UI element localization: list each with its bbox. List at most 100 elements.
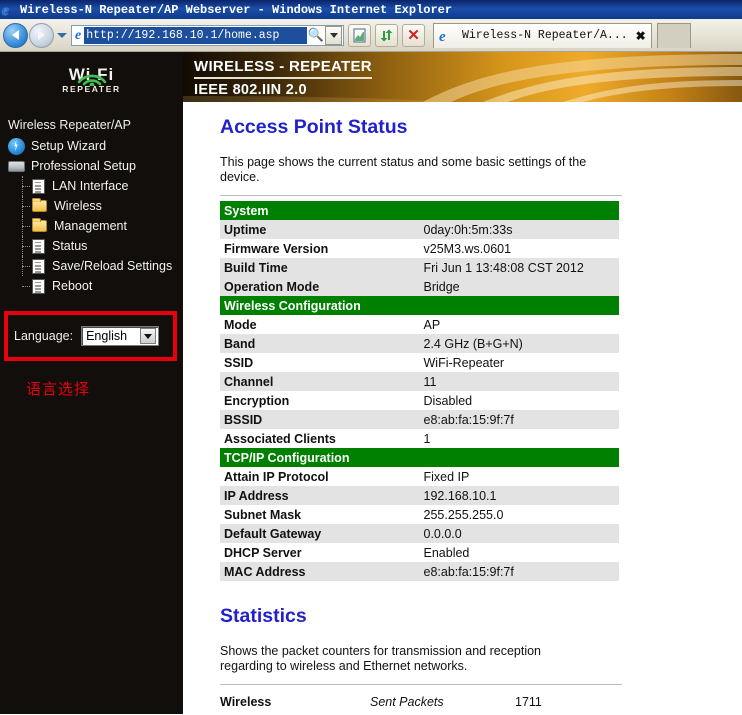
search-icon[interactable]: 🔍 bbox=[307, 27, 325, 43]
row-key: SSID bbox=[220, 353, 420, 372]
row-key: BSSID bbox=[220, 410, 420, 429]
row-value: e8:ab:fa:15:9f:7f bbox=[419, 562, 619, 581]
row-key: Encryption bbox=[220, 391, 420, 410]
recent-pages-chevron-down-icon[interactable] bbox=[57, 32, 67, 38]
row-value: 255.255.255.0 bbox=[419, 505, 619, 524]
sidebar-item-wireless[interactable]: Wireless bbox=[0, 196, 183, 216]
table-row: Operation Mode Bridge bbox=[220, 277, 619, 296]
row-key: Build Time bbox=[220, 258, 420, 277]
sidebar-item-save-reload-settings[interactable]: Save/Reload Settings bbox=[0, 256, 183, 276]
new-tab-button[interactable] bbox=[656, 22, 691, 48]
address-bar[interactable]: e http://192.168.10.1/home.asp 🔍 bbox=[71, 24, 344, 46]
row-key: Subnet Mask bbox=[220, 505, 420, 524]
internet-explorer-icon: e bbox=[75, 27, 82, 43]
product-banner: WIRELESS - REPEATER IEEE 802.IIN 2.0 bbox=[183, 52, 742, 102]
row-key: Associated Clients bbox=[220, 429, 420, 448]
statistics-metric: Sent Packets bbox=[370, 695, 444, 709]
compatibility-view-button[interactable] bbox=[348, 23, 371, 47]
language-selector-highlight: Language: English bbox=[4, 311, 177, 361]
sidebar-item-management[interactable]: Management bbox=[0, 216, 183, 236]
table-row: Subnet Mask 255.255.255.0 bbox=[220, 505, 619, 524]
row-key: MAC Address bbox=[220, 562, 420, 581]
row-key: IP Address bbox=[220, 486, 420, 505]
table-row: Uptime 0day:0h:5m:33s bbox=[220, 220, 619, 239]
folder-icon bbox=[32, 218, 47, 232]
row-value: Disabled bbox=[419, 391, 619, 410]
row-key: DHCP Server bbox=[220, 543, 420, 562]
refresh-button[interactable] bbox=[375, 23, 398, 47]
wifi-signal-icon bbox=[0, 69, 183, 91]
close-icon[interactable]: ✖ bbox=[636, 29, 646, 43]
address-input[interactable]: http://192.168.10.1/home.asp bbox=[84, 26, 307, 44]
sidebar-item-reboot[interactable]: Reboot bbox=[0, 276, 183, 296]
row-value: 2.4 GHz (B+G+N) bbox=[419, 334, 619, 353]
sidebar-item-label: Management bbox=[54, 219, 127, 233]
back-button[interactable] bbox=[3, 22, 28, 48]
page-title: Access Point Status bbox=[220, 116, 408, 138]
table-row: SSID WiFi-Repeater bbox=[220, 353, 619, 372]
page-content: Wi Fi REPEATER Wireless Repeater/AP Setu… bbox=[0, 52, 742, 714]
row-key: Uptime bbox=[220, 220, 420, 239]
divider bbox=[220, 195, 622, 196]
row-key: Default Gateway bbox=[220, 524, 420, 543]
row-value: Bridge bbox=[419, 277, 619, 296]
statistics-description: Shows the packet counters for transmissi… bbox=[220, 644, 542, 673]
forward-button[interactable] bbox=[29, 22, 54, 48]
sidebar-item-professional-setup[interactable]: Professional Setup bbox=[0, 156, 183, 176]
statistics-value: 1711 bbox=[515, 695, 542, 709]
window-title: Wireless-N Repeater/AP Webserver - Windo… bbox=[20, 2, 453, 17]
row-key: Mode bbox=[220, 315, 420, 334]
table-group-header: Wireless Configuration bbox=[220, 296, 619, 315]
chevron-down-icon[interactable] bbox=[140, 328, 157, 344]
banner-line-1: WIRELESS - REPEATER bbox=[194, 58, 372, 79]
document-icon bbox=[32, 258, 45, 274]
row-value: 0day:0h:5m:33s bbox=[419, 220, 619, 239]
table-row: DHCP Server Enabled bbox=[220, 543, 619, 562]
table-row: Build Time Fri Jun 1 13:48:08 CST 2012 bbox=[220, 258, 619, 277]
banner-line-2: IEEE 802.IIN 2.0 bbox=[194, 82, 307, 98]
language-select[interactable]: English bbox=[81, 326, 160, 346]
browser-tab-label: Wireless-N Repeater/A... bbox=[462, 29, 628, 42]
sidebar-item-status[interactable]: Status bbox=[0, 236, 183, 256]
sidebar-item-label: Wireless bbox=[54, 199, 102, 213]
tree-tick bbox=[22, 206, 30, 207]
sidebar-item-label: Status bbox=[52, 239, 88, 253]
sidebar: Wi Fi REPEATER Wireless Repeater/AP Setu… bbox=[0, 52, 183, 714]
browser-window: e Wireless-N Repeater/AP Webserver - Win… bbox=[0, 0, 742, 715]
table-row: Default Gateway 0.0.0.0 bbox=[220, 524, 619, 543]
language-label: Language: bbox=[14, 329, 74, 343]
sidebar-root-label: Wireless Repeater/AP bbox=[8, 118, 131, 132]
sidebar-nav: Setup Wizard Professional Setup LAN Inte… bbox=[0, 136, 183, 296]
table-row: BSSID e8:ab:fa:15:9f:7f bbox=[220, 410, 619, 429]
arrow-left-icon bbox=[12, 30, 19, 40]
sidebar-item-label: Setup Wizard bbox=[31, 139, 107, 153]
tree-tick bbox=[22, 246, 30, 247]
group-title: TCP/IP Configuration bbox=[220, 448, 619, 467]
browser-tab[interactable]: e Wireless-N Repeater/A... ✖ bbox=[433, 22, 652, 48]
table-row: Encryption Disabled bbox=[220, 391, 619, 410]
table-row: Associated Clients 1 bbox=[220, 429, 619, 448]
sidebar-item-lan-interface[interactable]: LAN Interface bbox=[0, 176, 183, 196]
table-row: Firmware Version v25M3.ws.0601 bbox=[220, 239, 619, 258]
row-value: Fri Jun 1 13:48:08 CST 2012 bbox=[419, 258, 619, 277]
row-key: Firmware Version bbox=[220, 239, 420, 258]
internet-explorer-icon: e bbox=[439, 28, 446, 45]
tree-tick bbox=[22, 286, 30, 287]
table-row: Mode AP bbox=[220, 315, 619, 334]
table-row: MAC Address e8:ab:fa:15:9f:7f bbox=[220, 562, 619, 581]
page-icon bbox=[353, 28, 365, 42]
row-key: Band bbox=[220, 334, 420, 353]
group-title: System bbox=[220, 201, 619, 220]
statistics-title: Statistics bbox=[220, 605, 307, 627]
stop-button[interactable]: ✕ bbox=[402, 23, 425, 47]
row-value: 192.168.10.1 bbox=[419, 486, 619, 505]
row-value: v25M3.ws.0601 bbox=[419, 239, 619, 258]
row-value: Fixed IP bbox=[419, 467, 619, 486]
sidebar-item-setup-wizard[interactable]: Setup Wizard bbox=[0, 136, 183, 156]
row-value: e8:ab:fa:15:9f:7f bbox=[419, 410, 619, 429]
address-dropdown-button[interactable] bbox=[325, 25, 342, 45]
statistics-table: Wireless Sent Packets 1711 bbox=[220, 694, 622, 710]
row-value: Enabled bbox=[419, 543, 619, 562]
banner-text: WIRELESS - REPEATER IEEE 802.IIN 2.0 bbox=[194, 58, 372, 98]
document-icon bbox=[32, 178, 45, 194]
